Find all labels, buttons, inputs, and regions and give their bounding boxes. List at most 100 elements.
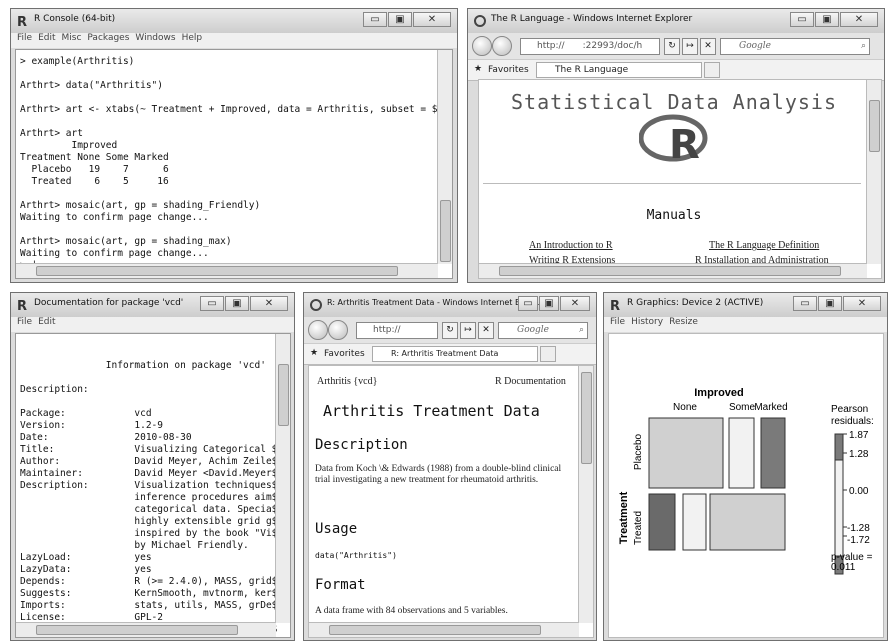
- ie-content: Statistical Data Analysis R Manuals An I…: [478, 79, 882, 279]
- r-console-titlebar[interactable]: R R Console (64-bit) ▭ ▣ ✕: [11, 9, 457, 34]
- doc-line: Description: Visualization techniques$: [20, 480, 278, 491]
- r-logo: R: [639, 114, 708, 164]
- doc-line: Imports: stats, utils, MASS, grDe$: [20, 600, 278, 611]
- stop-icon[interactable]: ✕: [478, 322, 494, 339]
- close-button[interactable]: ✕: [560, 296, 590, 311]
- favorites-star-icon[interactable]: ★: [474, 64, 482, 74]
- ie-titlebar[interactable]: The R Language - Windows Internet Explor…: [468, 9, 884, 34]
- legend-tick: 1.28: [849, 449, 869, 460]
- console-line: Arthrt> data("Arthritis"): [20, 80, 163, 91]
- back-button[interactable]: [472, 36, 492, 56]
- maximize-button[interactable]: ▣: [815, 12, 839, 27]
- maximize-button[interactable]: ▣: [539, 296, 559, 311]
- vertical-scrollbar[interactable]: [866, 80, 881, 264]
- refresh-icon[interactable]: ↻: [664, 38, 680, 55]
- menu-packages[interactable]: Packages: [87, 33, 129, 43]
- legend-title-line2: residuals:: [831, 416, 874, 427]
- page-heading: Arthritis Treatment Data: [323, 402, 540, 420]
- new-tab-button[interactable]: [540, 346, 556, 362]
- menu-file[interactable]: File: [17, 33, 32, 43]
- legend-bar-high: [834, 433, 844, 461]
- cell-placebo-none: [648, 417, 724, 489]
- plot-area: Improved None Some Marked Treatment Plac…: [608, 333, 884, 638]
- go-icon[interactable]: ↦: [460, 322, 476, 339]
- svg-text:R: R: [17, 15, 27, 28]
- doc-line: Version: 1.2-9: [20, 420, 163, 431]
- ie-content: Arthritis {vcd} R Documentation Arthriti…: [308, 365, 594, 638]
- doc-line: [20, 348, 277, 360]
- menu-resize[interactable]: Resize: [669, 317, 698, 327]
- doc-line: by Michael Friendly.: [20, 540, 249, 551]
- vertical-scrollbar[interactable]: [578, 366, 593, 623]
- console-line: Waiting to confirm page change...: [20, 248, 209, 259]
- menu-edit[interactable]: Edit: [38, 33, 55, 43]
- minimize-button[interactable]: ▭: [200, 296, 224, 311]
- search-input[interactable]: Google ⌕: [720, 38, 870, 55]
- favorites-bar: ★ Favorites R: Arthritis Treatment Data: [304, 343, 596, 365]
- minimize-button[interactable]: ▭: [363, 12, 387, 27]
- menu-help[interactable]: Help: [182, 33, 203, 43]
- maximize-button[interactable]: ▣: [818, 296, 842, 311]
- address-bar[interactable]: http://: [356, 322, 438, 339]
- graphics-titlebar[interactable]: R R Graphics: Device 2 (ACTIVE) ▭ ▣ ✕: [604, 293, 887, 318]
- new-tab-button[interactable]: [704, 62, 720, 78]
- minimize-button[interactable]: ▭: [793, 296, 817, 311]
- minimize-button[interactable]: ▭: [518, 296, 538, 311]
- go-icon[interactable]: ↦: [682, 38, 698, 55]
- vertical-scrollbar[interactable]: [275, 334, 290, 623]
- doc-line: Package: vcd: [20, 408, 152, 419]
- doc-titlebar[interactable]: R Documentation for package 'vcd' ▭ ▣ ✕: [11, 293, 294, 318]
- menu-file[interactable]: File: [17, 317, 32, 327]
- horizontal-scrollbar[interactable]: [16, 622, 276, 637]
- console-line: Arthrt> mosaic(art, gp = shading_Friendl…: [20, 200, 261, 211]
- menu-misc[interactable]: Misc: [62, 33, 82, 43]
- search-icon[interactable]: ⌕: [579, 323, 584, 338]
- doc-line: Description:: [20, 384, 89, 395]
- favorites-star-icon[interactable]: ★: [310, 348, 318, 358]
- close-button[interactable]: ✕: [250, 296, 288, 311]
- search-icon[interactable]: ⌕: [861, 39, 866, 54]
- tab-arthritis[interactable]: R: Arthritis Treatment Data: [372, 346, 538, 362]
- menu-file[interactable]: File: [610, 317, 625, 327]
- horizontal-scrollbar[interactable]: [309, 622, 579, 637]
- treatment-axis-label: Treatment: [618, 491, 630, 544]
- forward-button[interactable]: [328, 320, 348, 340]
- horizontal-scrollbar[interactable]: [16, 263, 438, 278]
- back-button[interactable]: [308, 320, 328, 340]
- forward-button[interactable]: [492, 36, 512, 56]
- close-button[interactable]: ✕: [843, 296, 881, 311]
- vertical-scrollbar[interactable]: [437, 50, 452, 264]
- close-button[interactable]: ✕: [840, 12, 878, 27]
- tab-r-language[interactable]: The R Language: [536, 62, 702, 78]
- horizontal-scrollbar[interactable]: [479, 263, 867, 278]
- maximize-button[interactable]: ▣: [225, 296, 249, 311]
- menu-bar: File Edit: [11, 317, 294, 332]
- stop-icon[interactable]: ✕: [700, 38, 716, 55]
- minimize-button[interactable]: ▭: [790, 12, 814, 27]
- console-line: > example(Arthritis): [20, 56, 135, 67]
- link-introduction[interactable]: An Introduction to R: [529, 240, 613, 251]
- close-button[interactable]: ✕: [413, 12, 451, 27]
- legend-tick: -1.28: [847, 523, 870, 534]
- search-input[interactable]: Google ⌕: [498, 322, 588, 339]
- favorites-button[interactable]: Favorites: [488, 65, 529, 75]
- ie-icon: [310, 299, 322, 311]
- maximize-button[interactable]: ▣: [388, 12, 412, 27]
- console-output[interactable]: > example(Arthritis) Arthrt> data("Arthr…: [15, 49, 453, 279]
- col-label-none: None: [673, 402, 697, 413]
- menu-edit[interactable]: Edit: [38, 317, 55, 327]
- mosaic-plot: Improved None Some Marked Treatment Plac…: [618, 387, 874, 575]
- r-console-window: R R Console (64-bit) ▭ ▣ ✕ File Edit Misc P…: [10, 8, 458, 283]
- doc-line: Title: Visualizing Categorical $: [20, 444, 278, 455]
- ie-titlebar[interactable]: R: Arthritis Treatment Data - Windows In…: [304, 293, 596, 318]
- cell-treated-none: [648, 493, 676, 551]
- favorites-button[interactable]: Favorites: [324, 349, 365, 359]
- menu-history[interactable]: History: [631, 317, 663, 327]
- menu-windows[interactable]: Windows: [135, 33, 175, 43]
- svg-text:R: R: [17, 299, 27, 312]
- link-language-definition[interactable]: The R Language Definition: [709, 240, 819, 251]
- address-bar[interactable]: http://:22993/doc/h: [520, 38, 660, 55]
- col-label-some: Some: [729, 402, 756, 413]
- refresh-icon[interactable]: ↻: [442, 322, 458, 339]
